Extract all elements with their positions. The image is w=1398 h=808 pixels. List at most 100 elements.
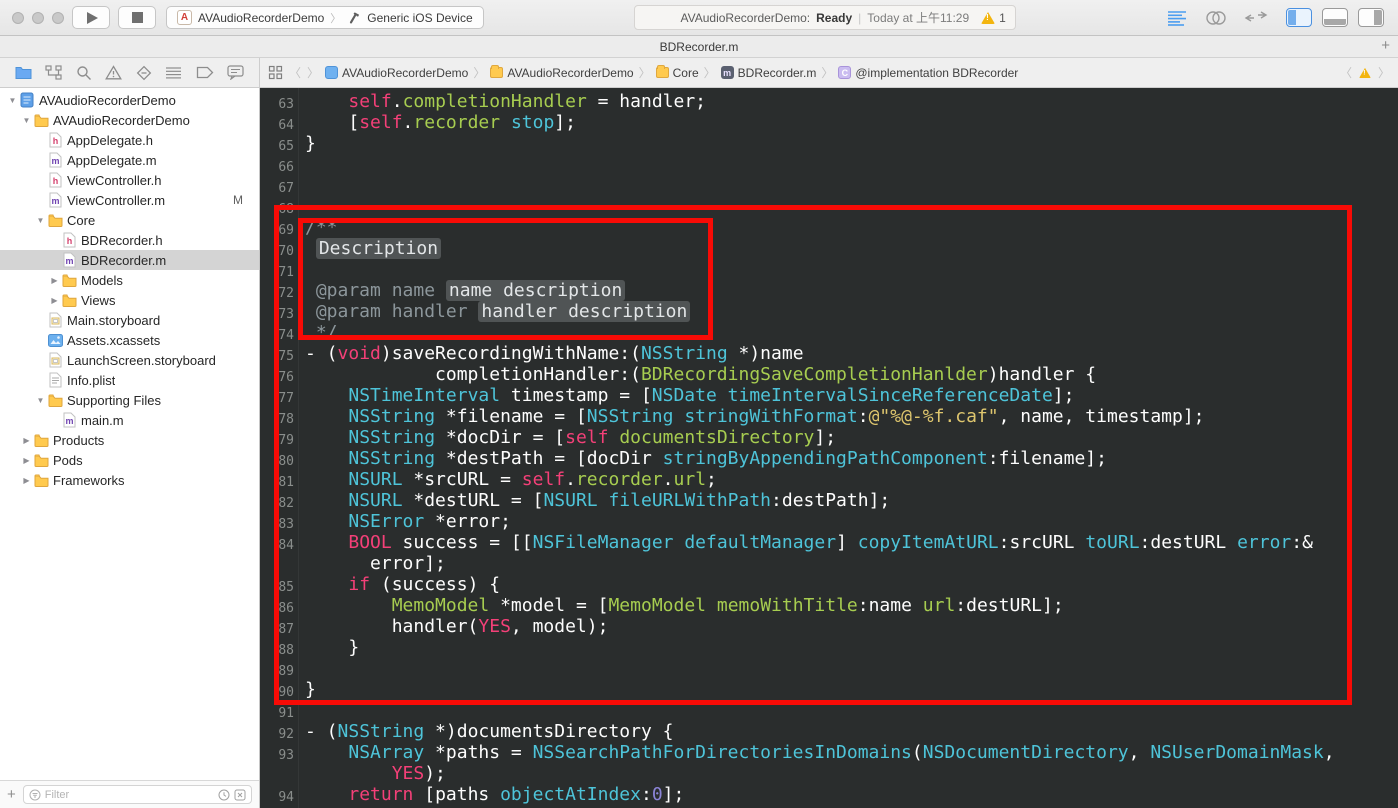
related-items-icon[interactable]	[268, 65, 283, 80]
breadcrumb-item[interactable]: m BDRecorder.m	[720, 66, 816, 80]
status-warning-badge[interactable]: 1	[981, 11, 1006, 25]
traffic-lights	[12, 11, 64, 24]
svg-text:h: h	[66, 236, 72, 246]
breadcrumb-item[interactable]: AVAudioRecorderDemo	[325, 66, 468, 80]
file-tree-item[interactable]: ▶ Pods	[0, 450, 259, 470]
file-tree-item[interactable]: m BDRecorder.m	[0, 250, 259, 270]
standard-editor-button[interactable]	[1166, 10, 1188, 26]
previous-issue-button[interactable]: 〈	[1340, 64, 1352, 81]
code-text: @param name name description	[305, 280, 626, 301]
status-state-label: Ready	[816, 10, 853, 25]
file-tree-item[interactable]: h ViewController.h	[0, 170, 259, 190]
close-window-button[interactable]	[12, 11, 24, 24]
toggle-inspector-panel-button[interactable]	[1358, 8, 1384, 27]
file-tree-item[interactable]: ▼ Core	[0, 210, 259, 230]
disclosure-triangle[interactable]: ▶	[20, 456, 33, 465]
debug-navigator-tab[interactable]	[165, 66, 182, 80]
file-tree-item[interactable]: ▶ Frameworks	[0, 470, 259, 490]
code-line: 74 */	[260, 322, 1398, 343]
add-tab-button[interactable]: +	[1381, 37, 1390, 54]
code-area: 63 self.completionHandler = handler; 64 […	[260, 91, 1398, 805]
code-text: if (success) {	[348, 574, 501, 595]
file-tree-item[interactable]: m main.m	[0, 410, 259, 430]
file-tree-item[interactable]: m ViewController.m M	[0, 190, 259, 210]
code-text: NSError *error;	[348, 511, 511, 532]
xcode-project-icon: A	[177, 10, 192, 25]
svg-text:m: m	[65, 256, 73, 266]
tab-title[interactable]: BDRecorder.m	[660, 40, 739, 54]
issue-navigator-tab[interactable]	[105, 65, 123, 80]
svg-text:m: m	[51, 156, 59, 166]
bottom-panel-icon	[1324, 19, 1346, 25]
c-symbol-icon: C	[838, 66, 852, 79]
breadcrumb-label: @implementation BDRecorder	[855, 65, 1019, 80]
scheme-destination-label: Generic iOS Device	[367, 10, 473, 25]
search-navigator-tab[interactable]	[76, 65, 92, 81]
file-tree-item[interactable]: Assets.xcassets	[0, 330, 259, 350]
folder-icon	[490, 65, 504, 78]
file-tree-item[interactable]: ▶ Models	[0, 270, 259, 290]
breakpoint-navigator-tab[interactable]	[196, 66, 214, 79]
zoom-window-button[interactable]	[52, 11, 64, 24]
disclosure-triangle[interactable]: ▼	[34, 216, 47, 225]
report-navigator-tab[interactable]	[227, 65, 244, 80]
stop-button[interactable]	[118, 6, 156, 29]
code-text: NSURL *destURL = [NSURL fileURLWithPath:…	[348, 490, 891, 511]
code-text: Description	[305, 238, 442, 259]
file-tree-item[interactable]: ▼ AVAudioRecorderDemo	[0, 90, 259, 110]
file-tree-item[interactable]: Info.plist	[0, 370, 259, 390]
assistant-editor-button[interactable]	[1204, 10, 1228, 26]
code-line: 68	[260, 196, 1398, 217]
file-tree-item[interactable]: ▶ Products	[0, 430, 259, 450]
scheme-project-label: AVAudioRecorderDemo	[198, 10, 325, 25]
toggle-debug-area-button[interactable]	[1322, 8, 1348, 27]
file-tree-item[interactable]: h BDRecorder.h	[0, 230, 259, 250]
source-control-navigator-tab[interactable]	[45, 65, 62, 80]
add-file-button[interactable]: +	[7, 786, 16, 803]
activity-status-pill: AVAudioRecorderDemo: Ready | Today at 上午…	[633, 5, 1016, 30]
h-file-icon: h	[61, 232, 77, 248]
back-button[interactable]: 〈	[289, 64, 301, 81]
filter-field[interactable]: Filter	[22, 785, 252, 804]
toggle-navigator-panel-button[interactable]	[1286, 8, 1312, 27]
file-tree-item[interactable]: m AppDelegate.m	[0, 150, 259, 170]
next-issue-button[interactable]: 〉	[1378, 64, 1390, 81]
file-tree-item[interactable]: LaunchScreen.storyboard	[0, 350, 259, 370]
disclosure-triangle[interactable]: ▶	[48, 296, 61, 305]
file-name-label: Pods	[53, 452, 83, 468]
file-name-label: main.m	[81, 412, 124, 428]
breadcrumb-item[interactable]: C @implementation BDRecorder	[838, 66, 1018, 80]
file-tree-item[interactable]: Main.storyboard	[0, 310, 259, 330]
file-tree-item[interactable]: ▼ Supporting Files	[0, 390, 259, 410]
h-file-icon: h	[47, 172, 63, 188]
jump-bar: 〈 〉 AVAudioRecorderDemo 〉 AVAudioRecorderD…	[260, 58, 1398, 87]
plist-file-icon	[47, 372, 63, 388]
file-tree-item[interactable]: ▶ Views	[0, 290, 259, 310]
disclosure-triangle[interactable]: ▶	[20, 476, 33, 485]
code-text: }	[305, 637, 360, 658]
scheme-selector[interactable]: A AVAudioRecorderDemo 〉 Generic iOS Devi…	[166, 6, 484, 29]
code-line: 90}	[260, 679, 1398, 700]
minimize-window-button[interactable]	[32, 11, 44, 24]
xcode-window: A AVAudioRecorderDemo 〉 Generic iOS Devi…	[0, 0, 1398, 808]
disclosure-triangle[interactable]: ▼	[20, 116, 33, 125]
project-navigator-tab[interactable]	[15, 65, 32, 80]
source-control-status-filter-icon[interactable]	[234, 789, 246, 801]
breadcrumb-item[interactable]: AVAudioRecorderDemo	[490, 65, 634, 80]
recent-files-clock-icon[interactable]	[218, 789, 230, 801]
version-editor-button[interactable]	[1244, 10, 1268, 26]
breadcrumb-separator-icon: 〉	[821, 66, 834, 80]
run-button[interactable]	[72, 6, 110, 29]
file-tree-item[interactable]: ▼ AVAudioRecorderDemo	[0, 110, 259, 130]
disclosure-triangle[interactable]: ▶	[48, 276, 61, 285]
forward-button[interactable]: 〉	[307, 64, 319, 81]
disclosure-triangle[interactable]: ▼	[34, 396, 47, 405]
file-tree-item[interactable]: h AppDelegate.h	[0, 130, 259, 150]
test-navigator-tab[interactable]	[136, 65, 152, 81]
source-editor[interactable]: 63 self.completionHandler = handler; 64 […	[260, 88, 1398, 808]
breadcrumb-label: AVAudioRecorderDemo	[342, 65, 469, 80]
disclosure-triangle[interactable]: ▶	[20, 436, 33, 445]
disclosure-triangle[interactable]: ▼	[6, 96, 19, 105]
breadcrumb-item[interactable]: Core	[655, 65, 699, 80]
code-text: - (NSString *)documentsDirectory {	[305, 721, 674, 742]
